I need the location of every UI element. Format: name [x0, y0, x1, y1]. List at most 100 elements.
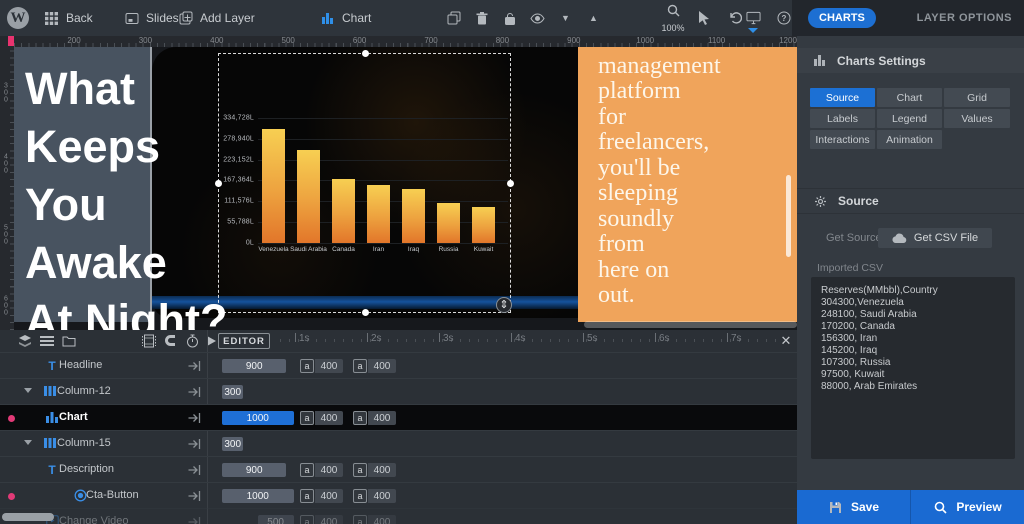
selection-marquee[interactable]: ⇕ [215, 50, 514, 316]
layer-name-cell[interactable]: T Description [0, 457, 207, 483]
animation-chip[interactable]: a 400 [353, 515, 396, 524]
resize-grip-icon[interactable]: ⇕ [496, 297, 512, 313]
timeline-row-description[interactable]: T Description 900 a 400 a 400 [0, 456, 797, 482]
tab-interactions[interactable]: Interactions [810, 130, 875, 149]
vertical-scrollbar-thumb[interactable] [786, 175, 791, 257]
animation-chip[interactable]: a 400 [300, 411, 343, 425]
imported-csv-textarea[interactable]: Reserves(MMbbl),Country 304300,Venezuela… [811, 277, 1015, 459]
duration-bar[interactable]: 1000 [222, 489, 294, 503]
move-up-icon[interactable]: ▲ [586, 11, 601, 26]
save-button[interactable]: Save [797, 490, 910, 524]
timeline-row-column-12[interactable]: Column-12 300 [0, 378, 797, 404]
back-button[interactable]: Back [44, 0, 93, 36]
timeline-row-chart[interactable]: Chart 1000 a 400 a 400 [0, 404, 797, 430]
folder-icon[interactable] [62, 334, 76, 348]
jump-to-end-icon[interactable] [188, 411, 202, 425]
timeline-row-cta-button[interactable]: Cta-Button 1000 a 400 a 400 [0, 482, 797, 508]
layer-track[interactable]: 900 a 400 a 400 [207, 457, 797, 483]
move-down-icon[interactable]: ▼ [558, 11, 573, 26]
timeline-close-icon[interactable]: ✕ [778, 333, 794, 349]
animation-chip[interactable]: a 400 [353, 411, 396, 425]
timeline-row-column-15[interactable]: Column-15 300 [0, 430, 797, 456]
duration-bar[interactable]: 1000 [222, 411, 294, 425]
jump-to-end-icon[interactable] [188, 359, 202, 373]
duration-bar[interactable]: 900 [222, 463, 287, 477]
help-icon[interactable]: ? [776, 10, 791, 25]
jump-to-end-icon[interactable] [188, 515, 202, 524]
stopwatch-icon[interactable] [186, 334, 200, 348]
animation-chip[interactable]: a 400 [300, 463, 343, 477]
tab-source[interactable]: Source [810, 88, 875, 107]
animation-chip[interactable]: a 400 [353, 359, 396, 373]
duration-value: 400 [315, 359, 343, 373]
visibility-icon[interactable] [530, 11, 545, 26]
collapse-caret-icon[interactable] [24, 388, 32, 393]
auto-flag: a [353, 359, 367, 373]
animation-chip[interactable]: a 400 [300, 359, 343, 373]
timeline-row-headline[interactable]: T Headline 900 a 400 a 400 [0, 352, 797, 378]
filmstrip-icon[interactable] [142, 334, 156, 348]
description-panel[interactable]: business management platform for freelan… [578, 47, 797, 322]
tab-legend[interactable]: Legend [877, 109, 942, 128]
duration-bar[interactable]: 500 [257, 515, 294, 524]
tab-labels[interactable]: Labels [810, 109, 875, 128]
layer-track[interactable]: 300 [207, 431, 797, 457]
resize-handle-left[interactable] [215, 180, 222, 187]
jump-to-end-icon[interactable] [188, 385, 202, 399]
layer-options-button[interactable]: LAYER OPTIONS [917, 0, 1012, 36]
layer-name-cell[interactable]: Column-15 [0, 431, 207, 457]
tab-chart[interactable]: Chart [877, 88, 942, 107]
add-layer-button[interactable]: Add Layer [178, 0, 255, 36]
duplicate-icon[interactable] [446, 11, 461, 26]
jump-to-end-icon[interactable] [188, 463, 202, 477]
layer-track[interactable]: 1000 a 400 a 400 [207, 483, 797, 509]
duration-bar[interactable]: 300 [222, 437, 244, 451]
layer-track[interactable]: 300 [207, 379, 797, 405]
pointer-tool-icon[interactable] [696, 10, 711, 25]
layer-name-cell[interactable]: Column-12 [0, 379, 207, 405]
layer-name-cell[interactable]: T Headline [0, 353, 207, 379]
collapse-caret-icon[interactable] [24, 440, 32, 445]
layer-track[interactable]: 1000 a 400 a 400 [207, 405, 797, 431]
auto-flag: a [353, 489, 367, 503]
lock-icon[interactable] [502, 11, 517, 26]
tab-values[interactable]: Values [944, 109, 1010, 128]
layer-name-cell[interactable]: Cta-Button [0, 483, 207, 509]
editor-mode-button[interactable]: EDITOR [218, 333, 270, 349]
zoom-control[interactable]: 100% [658, 3, 688, 33]
slides-button[interactable]: Slides [124, 0, 179, 36]
layer-track[interactable]: 500 a 400 a 400 [207, 509, 797, 524]
animation-chip[interactable]: a 400 [353, 463, 396, 477]
imported-csv-label: Imported CSV [817, 262, 883, 274]
monitor-icon[interactable] [746, 10, 761, 25]
layer-track[interactable]: 900 a 400 a 400 [207, 353, 797, 379]
duration-bar[interactable]: 300 [222, 385, 244, 399]
source-section-header[interactable]: Source [797, 188, 1024, 214]
horizontal-scrollbar-track[interactable] [584, 321, 797, 328]
jump-to-end-icon[interactable] [188, 437, 202, 451]
duration-bar[interactable]: 900 [222, 359, 287, 373]
wordpress-logo-icon[interactable]: W [7, 7, 29, 29]
horizontal-scrollbar-thumb[interactable] [2, 513, 54, 521]
list-view-icon[interactable] [40, 334, 54, 348]
resize-handle-right[interactable] [507, 180, 514, 187]
jump-to-end-icon[interactable] [188, 489, 202, 503]
undo-icon[interactable] [727, 10, 742, 25]
animation-chip[interactable]: a 400 [353, 489, 396, 503]
resize-handle-bottom[interactable] [362, 309, 369, 316]
timeline-tick: 3s [439, 333, 454, 344]
animation-chip[interactable]: a 400 [300, 515, 343, 524]
delete-icon[interactable] [474, 11, 489, 26]
layers-icon[interactable] [18, 334, 32, 348]
resize-handle-top[interactable] [362, 50, 369, 57]
get-csv-file-button[interactable]: Get CSV File [878, 228, 992, 248]
layer-name-cell[interactable]: Chart [0, 405, 207, 431]
tab-animation[interactable]: Animation [877, 130, 942, 149]
preview-button[interactable]: Preview [910, 490, 1024, 524]
add-layer-icon [178, 11, 193, 26]
magnet-icon[interactable] [164, 334, 178, 348]
animation-chip[interactable]: a 400 [300, 489, 343, 503]
timeline-row-change-video[interactable]: Change Video 500 a 400 a 400 [0, 508, 797, 524]
tab-grid[interactable]: Grid [944, 88, 1010, 107]
charts-panel-button[interactable]: CHARTS [808, 8, 876, 28]
